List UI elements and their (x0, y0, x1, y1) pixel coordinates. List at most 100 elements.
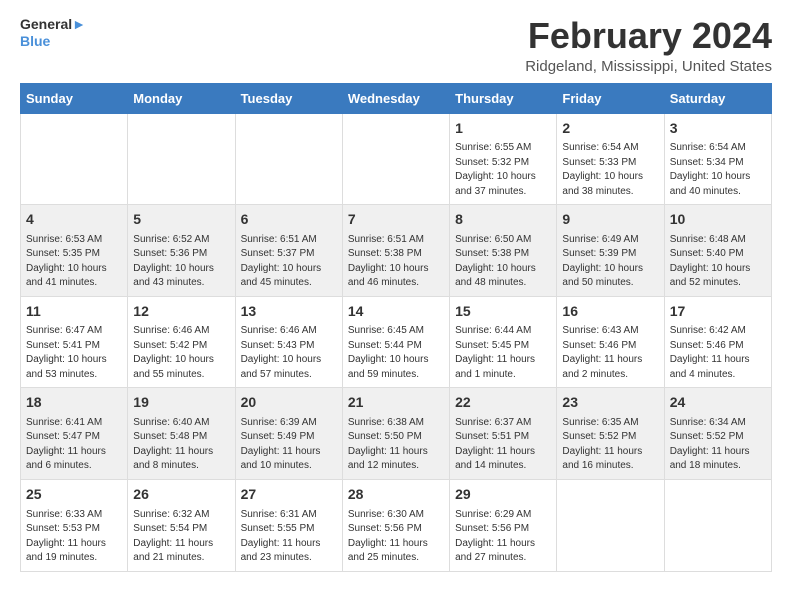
day-number: 28 (348, 485, 444, 505)
day-info: Sunrise: 6:46 AMSunset: 5:43 PMDaylight:… (241, 324, 337, 382)
calendar-cell: 2Sunrise: 6:54 AMSunset: 5:33 PMDaylight… (557, 113, 664, 205)
calendar-cell (128, 113, 235, 205)
day-number: 17 (670, 302, 766, 322)
week-row-2: 4Sunrise: 6:53 AMSunset: 5:35 PMDaylight… (21, 205, 772, 297)
day-info: Sunrise: 6:43 AMSunset: 5:46 PMDaylight:… (562, 324, 658, 382)
week-row-4: 18 Sunrise: 6:41 AMSunset: 5:47 PMDayligh… (21, 388, 772, 480)
day-info: Sunrise: 6:55 AMSunset: 5:32 PMDaylight:… (455, 141, 551, 199)
day-number: 23 (562, 393, 658, 413)
col-friday: Friday (557, 83, 664, 113)
week-row-3: 11Sunrise: 6:47 AMSunset: 5:41 PMDayligh… (21, 296, 772, 388)
day-number: 15 (455, 302, 551, 322)
title-section: February 2024 Ridgeland, Mississippi, Un… (525, 16, 772, 75)
calendar-cell: 24 Sunrise: 6:34 AMSunset: 5:52 PMDayligh… (664, 388, 771, 480)
day-info: Sunrise: 6:51 AMSunset: 5:37 PMDaylight:… (241, 233, 337, 291)
calendar-cell: 14Sunrise: 6:45 AMSunset: 5:44 PMDayligh… (342, 296, 449, 388)
day-info: Sunrise: 6:52 AMSunset: 5:36 PMDaylight:… (133, 233, 229, 291)
day-number: 20 (241, 393, 337, 413)
day-info: Sunrise: 6:47 AMSunset: 5:41 PMDaylight:… (26, 324, 122, 382)
day-number: 19 (133, 393, 229, 413)
day-info: Sunrise: 6:40 AMSunset: 5:48 PMDaylight:… (133, 416, 229, 474)
day-info: Sunrise: 6:39 AMSunset: 5:49 PMDaylight:… (241, 416, 337, 474)
col-sunday: Sunday (21, 83, 128, 113)
calendar-cell: 4Sunrise: 6:53 AMSunset: 5:35 PMDaylight… (21, 205, 128, 297)
day-info: Sunrise: 6:33 AMSunset: 5:53 PMDaylight:… (26, 508, 122, 566)
day-info: Sunrise: 6:46 AMSunset: 5:42 PMDaylight:… (133, 324, 229, 382)
page-subtitle: Ridgeland, Mississippi, United States (525, 58, 772, 75)
calendar-cell: 28Sunrise: 6:30 AMSunset: 5:56 PMDayligh… (342, 479, 449, 571)
day-info: Sunrise: 6:44 AMSunset: 5:45 PMDaylight:… (455, 324, 551, 382)
week-row-1: 1Sunrise: 6:55 AMSunset: 5:32 PMDaylight… (21, 113, 772, 205)
calendar-cell: 10 Sunrise: 6:48 AMSunset: 5:40 PMDayligh… (664, 205, 771, 297)
calendar-cell (342, 113, 449, 205)
calendar-cell: 11Sunrise: 6:47 AMSunset: 5:41 PMDayligh… (21, 296, 128, 388)
day-number: 26 (133, 485, 229, 505)
day-number: 2 (562, 119, 658, 139)
day-number: 27 (241, 485, 337, 505)
calendar-cell: 13Sunrise: 6:46 AMSunset: 5:43 PMDayligh… (235, 296, 342, 388)
day-number: 6 (241, 210, 337, 230)
page-header: General► Blue February 2024 Ridgeland, M… (20, 16, 772, 75)
day-number: 10 (670, 210, 766, 230)
day-info: Sunrise: 6:53 AMSunset: 5:35 PMDaylight:… (26, 233, 122, 291)
day-info: Sunrise: 6:29 AMSunset: 5:56 PMDaylight:… (455, 508, 551, 566)
calendar-cell: 1Sunrise: 6:55 AMSunset: 5:32 PMDaylight… (450, 113, 557, 205)
calendar-cell (664, 479, 771, 571)
day-number: 14 (348, 302, 444, 322)
col-monday: Monday (128, 83, 235, 113)
calendar-header-row: Sunday Monday Tuesday Wednesday Thursday… (21, 83, 772, 113)
day-info: Sunrise: 6:54 AMSunset: 5:33 PMDaylight:… (562, 141, 658, 199)
logo: General► Blue (20, 16, 86, 50)
calendar-cell: 15Sunrise: 6:44 AMSunset: 5:45 PMDayligh… (450, 296, 557, 388)
calendar-cell: 26 Sunrise: 6:32 AMSunset: 5:54 PMDayligh… (128, 479, 235, 571)
calendar-cell: 12Sunrise: 6:46 AMSunset: 5:42 PMDayligh… (128, 296, 235, 388)
day-number: 22 (455, 393, 551, 413)
day-info: Sunrise: 6:38 AMSunset: 5:50 PMDaylight:… (348, 416, 444, 474)
calendar-cell: 5Sunrise: 6:52 AMSunset: 5:36 PMDaylight… (128, 205, 235, 297)
calendar-cell: 29 Sunrise: 6:29 AMSunset: 5:56 PMDayligh… (450, 479, 557, 571)
calendar-cell: 8Sunrise: 6:50 AMSunset: 5:38 PMDaylight… (450, 205, 557, 297)
calendar-cell: 6 Sunrise: 6:51 AMSunset: 5:37 PMDaylight… (235, 205, 342, 297)
day-number: 29 (455, 485, 551, 505)
day-info: Sunrise: 6:42 AMSunset: 5:46 PMDaylight:… (670, 324, 766, 382)
day-number: 21 (348, 393, 444, 413)
calendar-cell (21, 113, 128, 205)
day-number: 18 (26, 393, 122, 413)
calendar-cell: 20 Sunrise: 6:39 AMSunset: 5:49 PMDayligh… (235, 388, 342, 480)
col-wednesday: Wednesday (342, 83, 449, 113)
day-info: Sunrise: 6:32 AMSunset: 5:54 PMDaylight:… (133, 508, 229, 566)
day-info: Sunrise: 6:41 AMSunset: 5:47 PMDaylight:… (26, 416, 122, 474)
col-tuesday: Tuesday (235, 83, 342, 113)
calendar-cell: 7Sunrise: 6:51 AMSunset: 5:38 PMDaylight… (342, 205, 449, 297)
day-number: 8 (455, 210, 551, 230)
day-info: Sunrise: 6:37 AMSunset: 5:51 PMDaylight:… (455, 416, 551, 474)
calendar-cell: 17Sunrise: 6:42 AMSunset: 5:46 PMDayligh… (664, 296, 771, 388)
day-number: 13 (241, 302, 337, 322)
day-number: 9 (562, 210, 658, 230)
day-info: Sunrise: 6:45 AMSunset: 5:44 PMDaylight:… (348, 324, 444, 382)
calendar-cell: 3Sunrise: 6:54 AMSunset: 5:34 PMDaylight… (664, 113, 771, 205)
col-thursday: Thursday (450, 83, 557, 113)
day-info: Sunrise: 6:49 AMSunset: 5:39 PMDaylight:… (562, 233, 658, 291)
day-number: 16 (562, 302, 658, 322)
day-info: Sunrise: 6:35 AMSunset: 5:52 PMDaylight:… (562, 416, 658, 474)
calendar-cell: 21 Sunrise: 6:38 AMSunset: 5:50 PMDayligh… (342, 388, 449, 480)
col-saturday: Saturday (664, 83, 771, 113)
day-number: 25 (26, 485, 122, 505)
week-row-5: 25 Sunrise: 6:33 AMSunset: 5:53 PMDayligh… (21, 479, 772, 571)
day-number: 1 (455, 119, 551, 139)
calendar-cell: 16Sunrise: 6:43 AMSunset: 5:46 PMDayligh… (557, 296, 664, 388)
calendar-cell: 19 Sunrise: 6:40 AMSunset: 5:48 PMDayligh… (128, 388, 235, 480)
day-number: 11 (26, 302, 122, 322)
calendar-cell: 18 Sunrise: 6:41 AMSunset: 5:47 PMDayligh… (21, 388, 128, 480)
day-number: 24 (670, 393, 766, 413)
calendar-cell: 23 Sunrise: 6:35 AMSunset: 5:52 PMDayligh… (557, 388, 664, 480)
day-info: Sunrise: 6:48 AMSunset: 5:40 PMDaylight:… (670, 233, 766, 291)
day-info: Sunrise: 6:34 AMSunset: 5:52 PMDaylight:… (670, 416, 766, 474)
page-title: February 2024 (525, 16, 772, 56)
day-info: Sunrise: 6:54 AMSunset: 5:34 PMDaylight:… (670, 141, 766, 199)
day-number: 12 (133, 302, 229, 322)
calendar-cell: 27Sunrise: 6:31 AMSunset: 5:55 PMDayligh… (235, 479, 342, 571)
day-number: 3 (670, 119, 766, 139)
calendar-cell: 22 Sunrise: 6:37 AMSunset: 5:51 PMDayligh… (450, 388, 557, 480)
